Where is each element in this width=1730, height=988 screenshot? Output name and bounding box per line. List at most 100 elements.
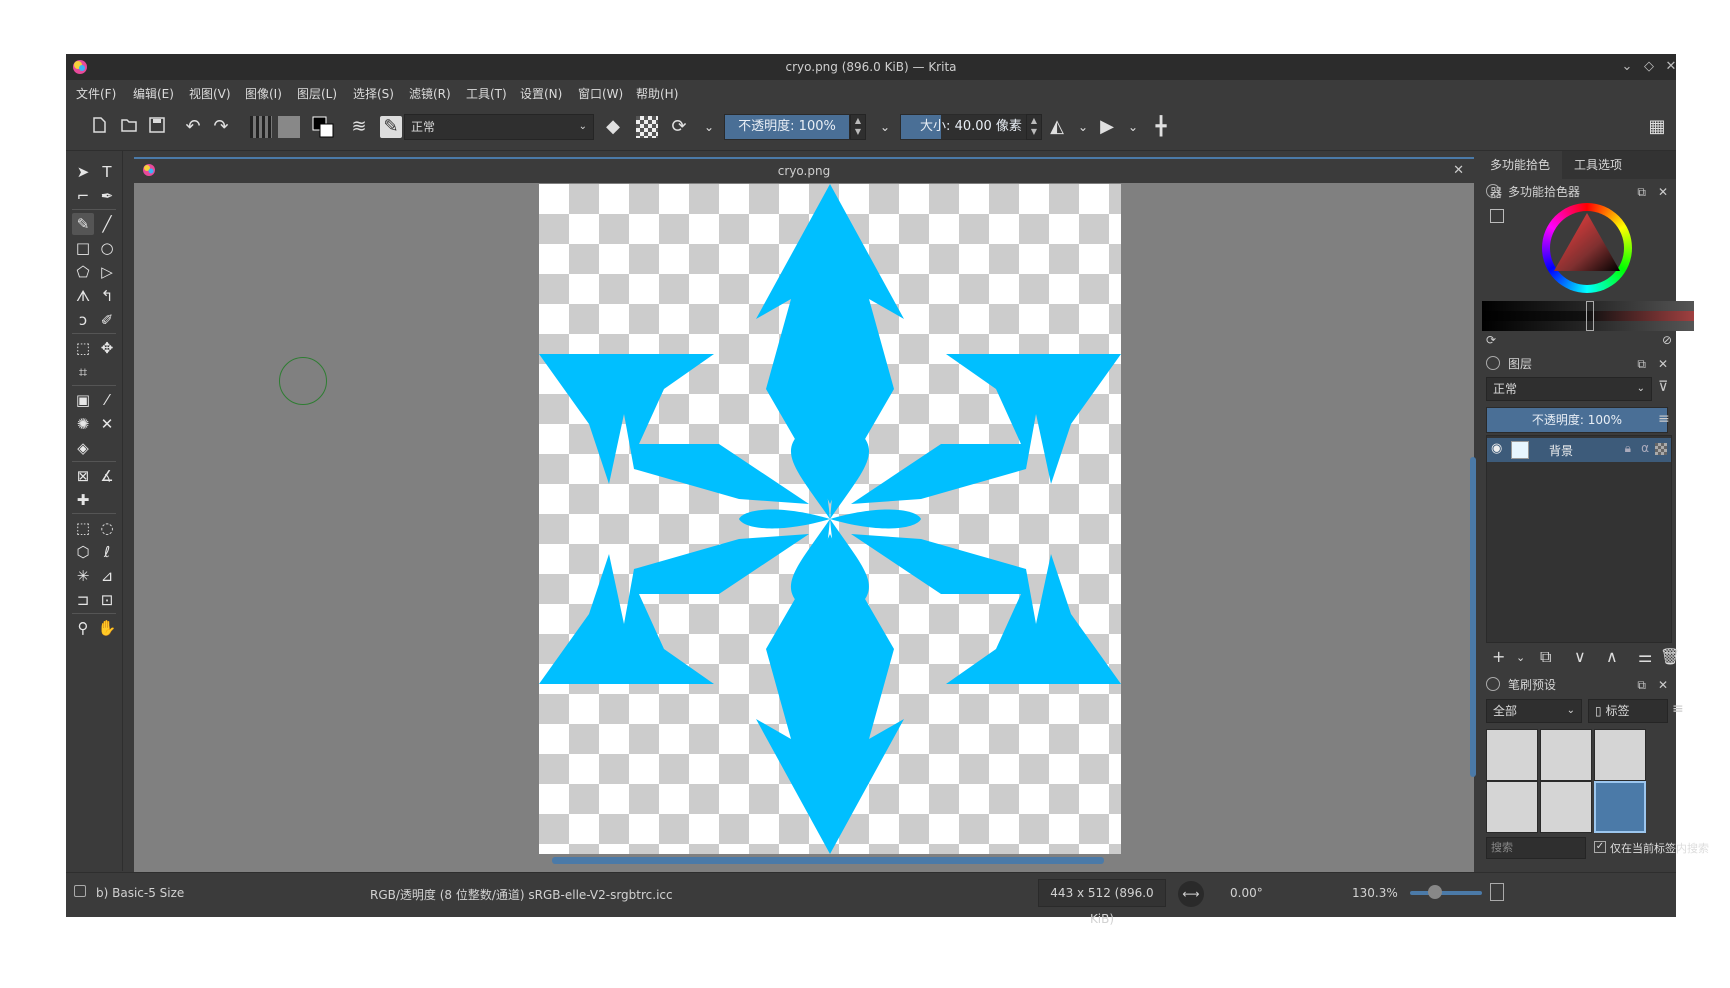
new-document-icon[interactable]	[88, 116, 110, 138]
menu-edit[interactable]: 编辑(E)	[133, 85, 174, 102]
tab-color-selector[interactable]: 多功能拾色器	[1482, 151, 1562, 200]
blend-mode-select[interactable]: 正常 ⌄	[404, 114, 594, 140]
measure-tool-icon[interactable]: ∡	[96, 465, 118, 487]
size-slider[interactable]: 大小: 40.00 像素	[900, 114, 1042, 140]
freehand-path-tool-icon[interactable]: ↰	[96, 285, 118, 307]
menu-tools[interactable]: 工具(T)	[466, 85, 507, 102]
tab-tool-options[interactable]: 工具选项	[1566, 151, 1646, 179]
magnetic-select-tool-icon[interactable]: ⊡	[96, 589, 118, 611]
alpha-lock-icon[interactable]: α	[1641, 441, 1649, 455]
eraser-icon[interactable]: ◆	[602, 116, 624, 138]
reference-image-tool-icon[interactable]: ✚	[72, 489, 94, 511]
bezier-select-tool-icon[interactable]: ⊐	[72, 589, 94, 611]
wrap-around-icon[interactable]: ╋	[1150, 116, 1172, 138]
fill-tool-icon[interactable]: ◈	[72, 437, 94, 459]
text-tool-icon[interactable]: T	[96, 161, 118, 183]
dynamic-brush-tool-icon[interactable]: ↄ	[72, 309, 94, 331]
layer-properties-icon[interactable]: ⚌	[1638, 647, 1652, 666]
lock-icon[interactable]	[1486, 184, 1500, 198]
menu-filter[interactable]: 滤镜(R)	[409, 85, 451, 102]
float-panel-icon[interactable]: ⧉	[1637, 353, 1646, 375]
close-document-icon[interactable]: ✕	[1453, 163, 1464, 178]
menu-help[interactable]: 帮助(H)	[636, 85, 678, 102]
brush-preset-item[interactable]	[1486, 729, 1538, 781]
image-canvas[interactable]	[539, 184, 1121, 854]
chevron-down-icon[interactable]: ⌄	[1072, 116, 1094, 138]
polygon-tool-icon[interactable]: ⬠	[72, 261, 94, 283]
close-window-icon[interactable]: ✕	[1662, 58, 1680, 76]
color-wheel[interactable]	[1542, 203, 1632, 293]
add-layer-icon[interactable]: +	[1492, 647, 1505, 666]
layer-menu-icon[interactable]: ≡	[1658, 411, 1670, 427]
chevron-down-icon[interactable]: ⌄	[1516, 651, 1525, 664]
undo-icon[interactable]: ↶	[182, 116, 204, 138]
reload-preset-icon[interactable]: ⟳	[668, 116, 690, 138]
zoom-tool-icon[interactable]: ⚲	[72, 617, 94, 639]
opacity-spin-icon[interactable]: ▲ ▼	[850, 114, 866, 140]
similar-select-tool-icon[interactable]: ⊿	[96, 565, 118, 587]
zoom-slider-handle[interactable]	[1428, 885, 1442, 899]
duplicate-layer-icon[interactable]: ⧉	[1540, 647, 1551, 667]
ellipse-select-tool-icon[interactable]: ◌	[96, 517, 118, 539]
eye-icon[interactable]: ◉	[1491, 441, 1502, 456]
chevron-down-icon[interactable]: ⌄	[874, 116, 896, 138]
multibrush-tool-icon[interactable]: ✐	[96, 309, 118, 331]
search-in-tag-checkbox[interactable]: ✓	[1594, 841, 1606, 853]
menu-settings[interactable]: 设置(N)	[520, 85, 562, 102]
assistant-tool-icon[interactable]: ⊠	[72, 465, 94, 487]
rotation-dial-icon[interactable]: ⟷	[1178, 881, 1204, 907]
close-panel-icon[interactable]: ✕	[1658, 181, 1668, 203]
fg-bg-color-icon[interactable]	[312, 116, 334, 138]
open-document-icon[interactable]	[118, 116, 140, 138]
minimize-icon[interactable]: ⌄	[1618, 58, 1636, 76]
polyline-tool-icon[interactable]: ▷	[96, 261, 118, 283]
brush-filter-select[interactable]: 全部 ⌄	[1486, 699, 1582, 723]
menu-select[interactable]: 选择(S)	[353, 85, 394, 102]
move-layer-up-icon[interactable]: ∧	[1606, 647, 1618, 666]
freehand-select-tool-icon[interactable]: ℓ	[96, 541, 118, 563]
refresh-color-icon[interactable]: ⟳	[1486, 333, 1496, 347]
colorize-mask-tool-icon[interactable]: ✕	[96, 413, 118, 435]
brush-view-menu-icon[interactable]: ≡	[1672, 701, 1684, 717]
brush-preset-item[interactable]	[1486, 781, 1538, 833]
ellipse-tool-icon[interactable]: ○	[96, 237, 118, 259]
clear-color-icon[interactable]: ⊘	[1662, 333, 1672, 347]
transform-tool-icon[interactable]: ⬚	[72, 337, 94, 359]
menu-file[interactable]: 文件(F)	[76, 85, 116, 102]
vertical-scrollbar[interactable]	[1470, 457, 1476, 777]
float-panel-icon[interactable]: ⧉	[1637, 181, 1646, 203]
line-tool-icon[interactable]: ╱	[96, 213, 118, 235]
layer-filter-icon[interactable]: ⊽	[1658, 379, 1668, 395]
smart-patch-tool-icon[interactable]: ✺	[72, 413, 94, 435]
brush-preset-item[interactable]	[1540, 781, 1592, 833]
move-tool-icon[interactable]: ✥	[96, 337, 118, 359]
horizontal-scrollbar[interactable]	[552, 857, 1104, 864]
brush-preset-item-selected[interactable]	[1594, 781, 1646, 833]
gradient-tool-icon[interactable]: ▣	[72, 389, 94, 411]
status-zoom[interactable]: 130.3%	[1352, 886, 1398, 900]
fit-page-icon[interactable]	[1490, 883, 1504, 901]
close-panel-icon[interactable]: ✕	[1658, 353, 1668, 375]
workspace-chooser-icon[interactable]: ▦	[1646, 116, 1668, 138]
polygon-select-tool-icon[interactable]: ⬡	[72, 541, 94, 563]
brush-preset-item[interactable]	[1540, 729, 1592, 781]
gradient-swatch-icon[interactable]	[250, 116, 272, 138]
rectangle-tool-icon[interactable]: □	[72, 237, 94, 259]
color-picker-tool-icon[interactable]: ⁄	[96, 389, 118, 411]
maximize-icon[interactable]: ◇	[1640, 58, 1658, 76]
menu-layer[interactable]: 图层(L)	[297, 85, 337, 102]
size-spin-icon[interactable]: ▲ ▼	[1026, 114, 1042, 140]
brush-preset-icon[interactable]: ✎	[380, 116, 402, 138]
mirror-vertical-icon[interactable]: ▶	[1096, 116, 1118, 138]
layer-blend-mode-select[interactable]: 正常 ⌄	[1486, 377, 1652, 401]
bezier-tool-icon[interactable]: ᗑ	[72, 285, 94, 307]
freehand-brush-tool-icon[interactable]: ✎	[72, 213, 94, 235]
brush-tag-select[interactable]: ▯ 标签	[1588, 699, 1668, 723]
chevron-down-icon[interactable]: ⌄	[698, 116, 720, 138]
brush-search-input[interactable]: 搜索	[1486, 837, 1586, 859]
layer-opacity-slider[interactable]: 不透明度: 100%	[1486, 407, 1668, 433]
menu-window[interactable]: 窗口(W)	[578, 85, 623, 102]
calligraphy-tool-icon[interactable]: ✒	[96, 185, 118, 207]
layer-row[interactable]: ◉ 背景 🔒︎ α	[1487, 438, 1671, 462]
delete-layer-icon[interactable]: 🗑︎	[1660, 647, 1680, 666]
